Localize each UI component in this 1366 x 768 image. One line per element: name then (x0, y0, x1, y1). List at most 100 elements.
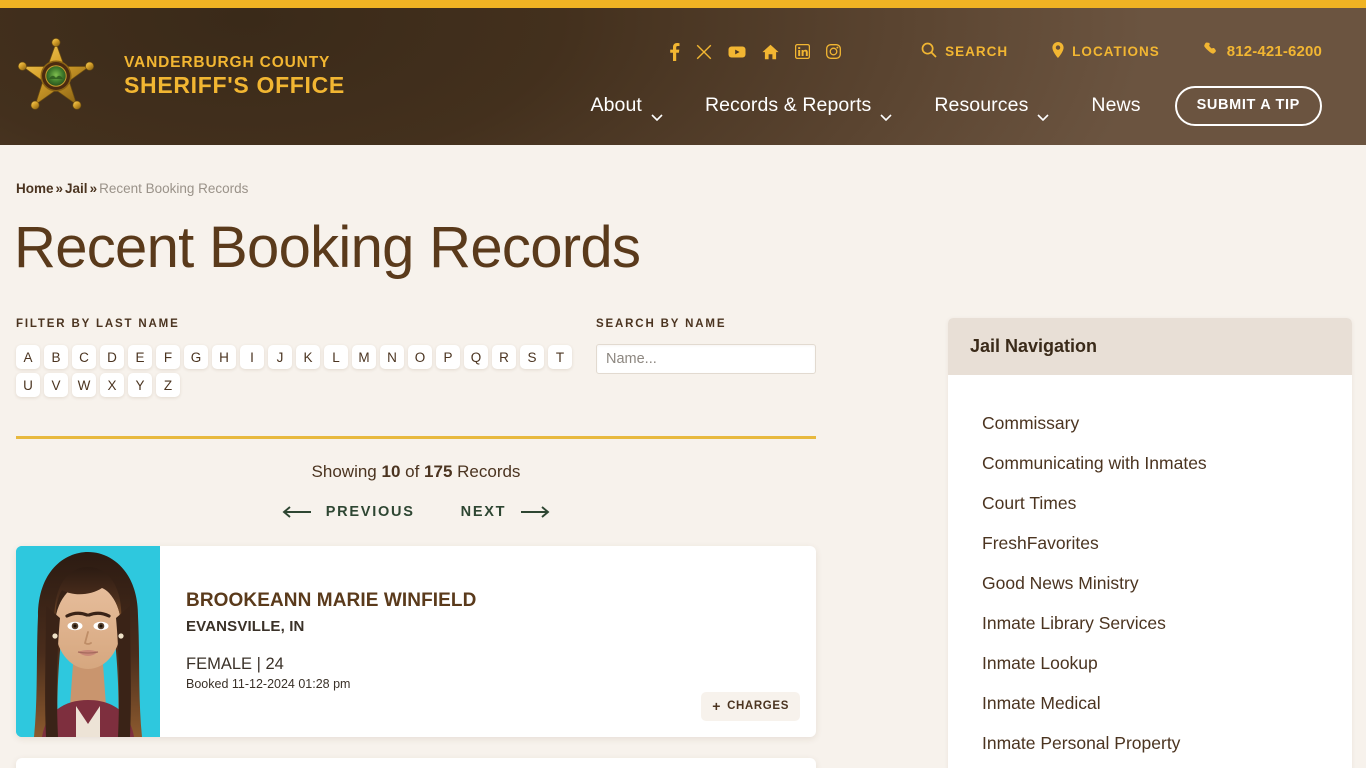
header-utility-row: SEARCH LOCATIONS 812-421-6200 (669, 42, 1322, 61)
chevron-down-icon (651, 104, 663, 122)
letter-filter-e[interactable]: E (128, 345, 152, 369)
sidebar-item-communicating-with-inmates[interactable]: Communicating with Inmates (948, 443, 1352, 483)
breadcrumb-separator: » (55, 181, 64, 196)
nav-item-resources[interactable]: Resources (934, 94, 1049, 122)
search-label: SEARCH BY NAME (596, 318, 727, 330)
letter-filter-q[interactable]: Q (464, 345, 488, 369)
letter-filter-x[interactable]: X (100, 373, 124, 397)
filter-by-last-name: FILTER BY LAST NAME A B C D E F G H I J … (16, 318, 576, 397)
header-search-label: SEARCH (945, 44, 1009, 59)
search-input[interactable] (596, 344, 816, 374)
nav-item-records-reports[interactable]: Records & Reports (705, 94, 892, 122)
letter-filter-d[interactable]: D (100, 345, 124, 369)
top-accent-bar (0, 0, 1366, 8)
inmate-city: EVANSVILLE, IN (186, 618, 305, 635)
x-twitter-icon[interactable] (696, 44, 712, 60)
letter-filter-b[interactable]: B (44, 345, 68, 369)
expand-charges-button[interactable]: + CHARGES (701, 692, 800, 721)
sidebar-item-court-times[interactable]: Court Times (948, 483, 1352, 523)
breadcrumb-separator: » (89, 181, 98, 196)
site-logo-link[interactable]: VANDERBURGH COUNTY SHERIFF'S OFFICE (18, 38, 345, 114)
inmate-booked-datetime: Booked 11-12-2024 01:28 pm (186, 677, 351, 691)
charges-label: CHARGES (727, 700, 789, 712)
youtube-icon[interactable] (728, 45, 746, 59)
next-page-label: NEXT (460, 504, 507, 520)
letter-filter-k[interactable]: K (296, 345, 320, 369)
letter-filter-grid: A B C D E F G H I J K L M N O P Q R S T (16, 345, 572, 397)
nav-item-news[interactable]: News (1091, 94, 1140, 117)
letter-filter-i[interactable]: I (240, 345, 264, 369)
brand-county-line: VANDERBURGH COUNTY (124, 53, 331, 71)
brand-wordmark: VANDERBURGH COUNTY SHERIFF'S OFFICE (124, 53, 345, 97)
letter-filter-u[interactable]: U (16, 373, 40, 397)
pagination-controls: PREVIOUS NEXT (16, 504, 816, 520)
previous-page-label: PREVIOUS (325, 504, 415, 520)
letter-filter-j[interactable]: J (268, 345, 292, 369)
submit-a-tip-button[interactable]: SUBMIT A TIP (1174, 86, 1322, 126)
letter-filter-a[interactable]: A (16, 345, 40, 369)
letter-filter-f[interactable]: F (156, 345, 180, 369)
header-locations-link[interactable]: LOCATIONS (1052, 42, 1160, 61)
letter-filter-c[interactable]: C (72, 345, 96, 369)
showing-middle: of (400, 462, 425, 481)
sidebar-title: Jail Navigation (948, 318, 1352, 375)
main-navigation: About Records & Reports Resources News S… (590, 86, 1322, 126)
nav-item-about[interactable]: About (590, 94, 663, 122)
letter-filter-o[interactable]: O (408, 345, 432, 369)
breadcrumb-home-link[interactable]: Home (16, 181, 54, 196)
linkedin-icon[interactable] (795, 44, 811, 59)
social-icon-list (669, 42, 842, 61)
chevron-down-icon (880, 104, 892, 122)
sidebar-item-inmate-library-services[interactable]: Inmate Library Services (948, 603, 1352, 643)
page-body: Home» Jail» Recent Booking Records Recent … (0, 145, 1366, 768)
nav-item-news-label: News (1091, 94, 1141, 117)
previous-page-button[interactable]: PREVIOUS (282, 504, 415, 520)
letter-filter-l[interactable]: L (324, 345, 348, 369)
breadcrumb: Home» Jail» Recent Booking Records (16, 181, 248, 196)
letter-filter-h[interactable]: H (212, 345, 236, 369)
header-phone-link[interactable]: 812-421-6200 (1204, 42, 1322, 61)
letter-filter-y[interactable]: Y (128, 373, 152, 397)
sidebar-link-list: Commissary Communicating with Inmates Co… (948, 375, 1352, 768)
letter-filter-g[interactable]: G (184, 345, 208, 369)
next-page-button[interactable]: NEXT (461, 504, 551, 520)
map-pin-icon (1052, 42, 1064, 61)
nav-item-about-label: About (590, 94, 642, 117)
letter-filter-r[interactable]: R (492, 345, 516, 369)
sidebar-item-freshfavorites[interactable]: FreshFavorites (948, 523, 1352, 563)
facebook-icon[interactable] (669, 42, 680, 61)
inmate-demographics: FEMALE | 24 (186, 655, 284, 673)
sidebar-item-inmate-medical[interactable]: Inmate Medical (948, 683, 1352, 723)
booking-record-card-next[interactable] (16, 758, 816, 768)
letter-filter-v[interactable]: V (44, 373, 68, 397)
results-count: Showing 10 of 175 Records (16, 462, 816, 482)
breadcrumb-jail-link[interactable]: Jail (65, 181, 88, 196)
letter-filter-n[interactable]: N (380, 345, 404, 369)
header-search-link[interactable]: SEARCH (921, 42, 1008, 61)
inmate-mugshot-photo (16, 546, 160, 737)
showing-total: 175 (424, 462, 453, 481)
sidebar-item-inmate-personal-property[interactable]: Inmate Personal Property (948, 723, 1352, 763)
booking-record-card[interactable]: BROOKEANN MARIE WINFIELD EVANSVILLE, IN … (16, 546, 816, 737)
letter-filter-p[interactable]: P (436, 345, 460, 369)
chevron-down-icon (1037, 104, 1049, 122)
sidebar-item-commissary[interactable]: Commissary (948, 403, 1352, 443)
letter-filter-z[interactable]: Z (156, 373, 180, 397)
letter-filter-m[interactable]: M (352, 345, 376, 369)
sidebar-item-inmate-lookup[interactable]: Inmate Lookup (948, 643, 1352, 683)
plus-icon: + (712, 697, 722, 714)
breadcrumb-current: Recent Booking Records (99, 181, 249, 196)
letter-filter-t[interactable]: T (548, 345, 572, 369)
booking-record-details: BROOKEANN MARIE WINFIELD EVANSVILLE, IN … (160, 546, 816, 737)
nextdoor-home-icon[interactable] (762, 44, 779, 60)
header-locations-label: LOCATIONS (1072, 44, 1160, 59)
showing-suffix: Records (452, 462, 521, 481)
letter-filter-s[interactable]: S (520, 345, 544, 369)
page-title: Recent Booking Records (14, 215, 641, 280)
jail-navigation-sidebar: Jail Navigation Commissary Communicating… (948, 318, 1352, 768)
instagram-icon[interactable] (826, 44, 842, 59)
search-icon (921, 42, 937, 61)
sidebar-item-good-news-ministry[interactable]: Good News Ministry (948, 563, 1352, 603)
letter-filter-w[interactable]: W (72, 373, 96, 397)
arrow-left-icon (282, 506, 312, 518)
